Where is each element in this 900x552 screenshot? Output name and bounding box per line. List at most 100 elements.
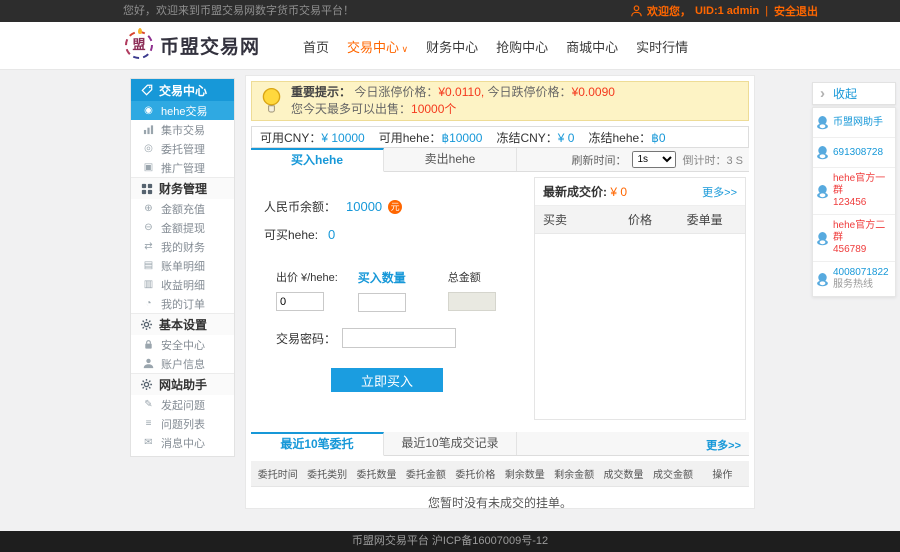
footer-text: 币盟网交易平台 沪ICP备16007009号-12 (351, 535, 549, 547)
tab-recent-orders[interactable]: 最近10笔委托 (251, 432, 384, 456)
sidebar-item-label: hehe交易 (161, 105, 208, 118)
price-input[interactable] (276, 292, 324, 311)
withdraw-icon: ⊖ (144, 222, 153, 233)
sidebar-group-0[interactable]: 交易中心 (131, 79, 234, 101)
notice-text: 重要提示： 今日涨停价格：¥0.0110, 今日跌停价格：¥0.0090 您今天… (291, 85, 615, 116)
sidebar-item-我的财务[interactable]: ⇄ 我的财务 (131, 237, 234, 256)
orderbook-col-价格: 价格 (628, 213, 653, 227)
sidebar-item-消息中心[interactable]: ✉ 消息中心 (131, 433, 234, 452)
sidebar-item-发起问题[interactable]: ✎ 发起问题 (131, 395, 234, 414)
income-icon: ▥ (143, 279, 154, 290)
history-col-委托类别: 委托类别 (307, 470, 348, 481)
can-buy-value: 0 (328, 227, 336, 242)
bulb-icon (260, 87, 282, 116)
sidebar-item-委托管理[interactable]: ◎ 委托管理 (131, 139, 234, 158)
tab-recent-trades[interactable]: 最近10笔成交记录 (384, 432, 517, 455)
orderbook-col-委单量: 委单量 (686, 213, 723, 227)
gear-icon (140, 318, 153, 331)
app-window: 您好，欢迎来到币盟交易网数字货币交易平台！ 欢迎您， UID:1 admin | … (0, 0, 900, 552)
page-body: 交易中心 ◉ hehe交易 集市交易 ◎ 委托管理 ▣ 推广管理 财务管理 ⊕ 金额充值 ⊖ 金额提现 ⇄… (0, 70, 900, 531)
balance-item-3: 冻结hehe：฿0 (588, 130, 666, 145)
refresh-label: 刷新时间： (571, 154, 627, 167)
sidebar-item-推广管理[interactable]: ▣ 推广管理 (131, 158, 234, 177)
greeting-text: 欢迎您， (647, 6, 691, 18)
sidebar-item-账单明细[interactable]: ▤ 账单明细 (131, 256, 234, 275)
sidebar-item-label: 推广管理 (161, 162, 205, 175)
sidebar-group-1[interactable]: 财务管理 (131, 177, 234, 199)
footer: 币盟网交易平台 沪ICP备16007009号-12 (0, 531, 900, 552)
history-col-剩余数量: 剩余数量 (504, 470, 545, 481)
service-panel: › 收起 币盟网助手 691308728 hehe官方一群 123456 hehe官方二… (812, 82, 896, 297)
nav-item-1[interactable]: 交易中心 ∨ (347, 37, 408, 56)
latest-price-value: ¥ 0 (610, 185, 628, 199)
service-contact-0[interactable]: 币盟网助手 (813, 108, 895, 138)
bill-icon: ▤ (143, 260, 154, 271)
order-icon: ◎ (144, 143, 153, 154)
bar-chart-icon (142, 124, 155, 135)
empty-message: 您暂时没有未成交的挂单。 (427, 496, 572, 510)
service-contact-1[interactable]: 691308728 (813, 138, 895, 168)
nav-item-5[interactable]: 实时行情 (636, 37, 688, 56)
amount-label: 买入数量 (357, 271, 406, 285)
sidebar-group-3[interactable]: 网站助手 (131, 373, 234, 395)
service-contact-4[interactable]: 4008071822 服务热线 (813, 262, 895, 296)
history-more-link[interactable]: 更多>> (706, 437, 741, 453)
buy-form: 人民币余额： 10000 元 可买hehe: 0 出价 ¥/hehe: 0 买入… (256, 172, 531, 392)
history-col-委托数量: 委托数量 (356, 470, 397, 481)
refresh-select[interactable]: 1s (632, 151, 677, 168)
nav-item-3[interactable]: 抢购中心 (496, 37, 548, 56)
notice-banner: 重要提示： 今日涨停价格：¥0.0110, 今日跌停价格：¥0.0090 您今天… (251, 81, 749, 121)
history-section: 最近10笔委托 最近10笔成交记录 更多>> 委托时间 委托类别 委托数量 委托金额委… (251, 432, 749, 518)
sidebar-item-集市交易[interactable]: 集市交易 (131, 120, 234, 139)
logo[interactable]: 盟 币盟交易网 (125, 28, 260, 59)
balance-item-1: 可用hehe：฿10000 (378, 130, 483, 145)
service-contact-text: 4008071822 服务热线 (833, 267, 889, 290)
cny-balance-value: 10000 (346, 199, 383, 214)
my-finance-icon: ⇄ (144, 241, 153, 252)
sidebar-item-收益明细[interactable]: ▥ 收益明细 (131, 275, 234, 294)
orderbook-col-买卖: 买卖 (543, 213, 568, 227)
user-area: 欢迎您， UID:1 admin | 安全退出 (630, 0, 818, 22)
logout-link[interactable]: 安全退出 (774, 3, 818, 19)
service-contact-2[interactable]: hehe官方一群 123456 (813, 168, 895, 215)
sidebar-item-账户信息[interactable]: 账户信息 (131, 354, 234, 373)
password-input[interactable] (342, 328, 457, 348)
service-contact-list: 币盟网助手 691308728 hehe官方一群 123456 hehe官方二群 4567… (812, 107, 896, 297)
amount-field: 买入数量 (357, 269, 406, 312)
tab-buy[interactable]: 买入hehe (251, 148, 384, 172)
qq-icon (816, 270, 829, 289)
main-panel: 重要提示： 今日涨停价格：¥0.0110, 今日跌停价格：¥0.0090 您今天… (245, 75, 755, 510)
service-contact-3[interactable]: hehe官方二群 456789 (813, 215, 895, 262)
sidebar-item-label: 发起问题 (161, 399, 205, 412)
price-label: 出价 ¥/hehe: (276, 272, 338, 284)
sidebar-item-金额充值[interactable]: ⊕ 金额充值 (131, 199, 234, 218)
service-contact-text: 币盟网助手 (833, 116, 883, 128)
buy-button[interactable]: 立即买入 (331, 368, 443, 392)
nav-item-4[interactable]: 商城中心 (566, 37, 618, 56)
sidebar-item-安全中心[interactable]: 安全中心 (131, 335, 234, 354)
sidebar-group-2[interactable]: 基本设置 (131, 313, 234, 335)
amount-input[interactable] (357, 293, 406, 312)
orderbook-panel: 最新成交价: ¥ 0 更多>> 买卖 价格 委单量 (534, 177, 746, 420)
nav-item-2[interactable]: 财务中心 (426, 37, 478, 56)
sidebar-item-hehe交易[interactable]: ◉ hehe交易 (131, 101, 234, 120)
lock-icon (142, 339, 155, 350)
sidebar-item-我的订单[interactable]: ◔ 我的订单 (131, 294, 234, 313)
nav-item-0[interactable]: 首页 (303, 37, 329, 56)
sidebar-item-label: 安全中心 (161, 339, 205, 352)
orderbook-more-link[interactable]: 更多>> (702, 184, 737, 200)
can-buy-label: 可买hehe: (264, 228, 319, 242)
sidebar-item-label: 收益明细 (161, 279, 205, 292)
sidebar-group-title: 网站助手 (159, 378, 208, 392)
refresh-controls: 刷新时间： 1s 倒计时：3 S (571, 148, 743, 171)
sidebar-menu: 交易中心 ◉ hehe交易 集市交易 ◎ 委托管理 ▣ 推广管理 财务管理 ⊕ 金额充值 ⊖ 金额提现 ⇄… (130, 78, 235, 457)
service-contact-text: 691308728 (833, 146, 884, 158)
sidebar-item-金额提现[interactable]: ⊖ 金额提现 (131, 218, 234, 237)
collapse-button[interactable]: › 收起 (812, 82, 896, 105)
tab-sell[interactable]: 卖出hehe (384, 148, 517, 171)
user-outline-icon (630, 4, 643, 18)
total-field: 总金额 (447, 269, 496, 312)
sidebar-item-问题列表[interactable]: ≡ 问题列表 (131, 414, 234, 433)
coin-icon: ◉ (144, 105, 153, 116)
site-header: 盟 币盟交易网 首页 交易中心 ∨ 财务中心 抢购中心 商城中心 实时行情 (0, 22, 900, 70)
